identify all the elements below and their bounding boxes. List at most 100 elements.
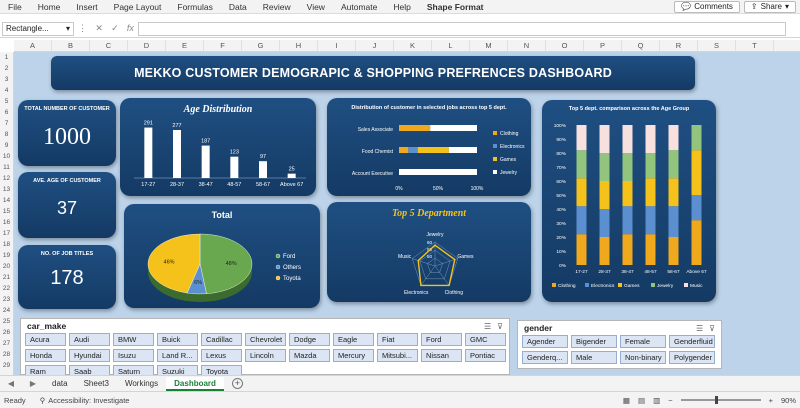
- dashboard-title-banner[interactable]: MEKKO CUSTOMER DEMOGRAPIC & SHOPPING PRE…: [51, 56, 695, 90]
- row-header[interactable]: 2: [0, 63, 13, 74]
- row-header[interactable]: 7: [0, 118, 13, 129]
- slicer-item[interactable]: Dodge: [289, 333, 330, 346]
- column-header[interactable]: H: [280, 40, 318, 51]
- ribbon-tab-review[interactable]: Review: [255, 2, 299, 12]
- row-header[interactable]: 26: [0, 327, 13, 338]
- sheet-tab-sheet3[interactable]: Sheet3: [76, 377, 117, 391]
- sheet-tab-data[interactable]: data: [44, 377, 76, 391]
- slicer-item[interactable]: Genderq...: [522, 351, 568, 364]
- column-header[interactable]: P: [584, 40, 622, 51]
- row-header[interactable]: 16: [0, 217, 13, 228]
- slicer-item[interactable]: Saab: [69, 365, 110, 375]
- jobs-distribution-panel[interactable]: Distribution of customer in selected job…: [327, 98, 531, 196]
- clear-filter-icon[interactable]: ⊽: [497, 322, 503, 331]
- ribbon-tab-page-layout[interactable]: Page Layout: [106, 2, 170, 12]
- zoom-in-button[interactable]: +: [769, 396, 773, 405]
- row-header[interactable]: 15: [0, 206, 13, 217]
- row-header[interactable]: 19: [0, 250, 13, 261]
- formula-input[interactable]: [138, 21, 786, 36]
- column-header[interactable]: C: [90, 40, 128, 51]
- column-header[interactable]: F: [204, 40, 242, 51]
- slicer-item[interactable]: Pontiac: [465, 349, 506, 362]
- column-header[interactable]: D: [128, 40, 166, 51]
- row-header[interactable]: 21: [0, 272, 13, 283]
- previous-sheet-icon[interactable]: ◀: [8, 379, 14, 388]
- page-break-icon[interactable]: ▥: [653, 396, 660, 405]
- row-header[interactable]: 1: [0, 52, 13, 63]
- slicer-item[interactable]: Male: [571, 351, 617, 364]
- slicer-item[interactable]: Agender: [522, 335, 568, 348]
- slicer-item[interactable]: Land R...: [157, 349, 198, 362]
- ribbon-tab-insert[interactable]: Insert: [68, 2, 105, 12]
- slicer-item[interactable]: Hyundai: [69, 349, 110, 362]
- ribbon-tab-file[interactable]: File: [0, 2, 30, 12]
- slicer-item[interactable]: Lexus: [201, 349, 242, 362]
- ribbon-tab-shape-format[interactable]: Shape Format: [419, 2, 492, 12]
- slicer-item[interactable]: Suzuki: [157, 365, 198, 375]
- ribbon-tab-data[interactable]: Data: [221, 2, 255, 12]
- clear-filter-icon[interactable]: ⊽: [709, 324, 715, 333]
- kpi-job-titles[interactable]: NO. OF JOB TITLES 178: [18, 245, 116, 309]
- comments-button[interactable]: 💬 Comments: [674, 1, 740, 13]
- slicer-item[interactable]: Genderfluid: [669, 335, 715, 348]
- row-header[interactable]: 17: [0, 228, 13, 239]
- row-header[interactable]: 18: [0, 239, 13, 250]
- sheet-tab-workings[interactable]: Workings: [117, 377, 166, 391]
- zoom-level[interactable]: 90%: [781, 396, 796, 405]
- zoom-out-button[interactable]: −: [668, 396, 672, 405]
- slicer-item[interactable]: Saturn: [113, 365, 154, 375]
- slicer-item[interactable]: Non-binary: [620, 351, 666, 364]
- car-make-slicer[interactable]: car_make ☰ ⊽ Acura Audi BMW Buick Cadillac Che…: [20, 318, 510, 375]
- slicer-item[interactable]: Audi: [69, 333, 110, 346]
- multi-select-icon[interactable]: ☰: [696, 324, 703, 333]
- slicer-item[interactable]: Eagle: [333, 333, 374, 346]
- row-header[interactable]: 9: [0, 140, 13, 151]
- slicer-item[interactable]: Chevrolet: [245, 333, 286, 346]
- row-header[interactable]: 24: [0, 305, 13, 316]
- zoom-slider[interactable]: [680, 396, 761, 404]
- name-box[interactable]: Rectangle... ▾: [2, 21, 74, 36]
- age-distribution-panel[interactable]: Age Distribution 291 17-27 277 28-37 187 38-4…: [120, 98, 316, 196]
- column-header[interactable]: N: [508, 40, 546, 51]
- column-header[interactable]: Q: [622, 40, 660, 51]
- ribbon-tab-formulas[interactable]: Formulas: [169, 2, 220, 12]
- slicer-item[interactable]: Mitsubi...: [377, 349, 418, 362]
- row-header[interactable]: 22: [0, 283, 13, 294]
- slicer-item[interactable]: Isuzu: [113, 349, 154, 362]
- column-header[interactable]: M: [470, 40, 508, 51]
- column-header[interactable]: S: [698, 40, 736, 51]
- row-header[interactable]: 10: [0, 151, 13, 162]
- add-sheet-button[interactable]: +: [231, 378, 243, 389]
- gender-slicer[interactable]: gender ☰ ⊽ Agender Bigender Female Genderflu…: [517, 320, 722, 369]
- slicer-item[interactable]: Polygender: [669, 351, 715, 364]
- row-header[interactable]: 11: [0, 162, 13, 173]
- row-header[interactable]: 14: [0, 195, 13, 206]
- column-header[interactable]: A: [14, 40, 52, 51]
- slicer-item[interactable]: Mazda: [289, 349, 330, 362]
- ribbon-tab-help[interactable]: Help: [385, 2, 418, 12]
- slicer-item[interactable]: Buick: [157, 333, 198, 346]
- ribbon-tab-home[interactable]: Home: [30, 2, 69, 12]
- slicer-item[interactable]: Nissan: [421, 349, 462, 362]
- car-make-pie-panel[interactable]: Total 48% 6% 46% Ford Others Toyota: [124, 204, 320, 308]
- slicer-item[interactable]: GMC: [465, 333, 506, 346]
- top-department-panel[interactable]: Top 5 Department Jewelry Games Clothing Ele…: [327, 202, 531, 302]
- row-header[interactable]: 6: [0, 107, 13, 118]
- row-header[interactable]: 12: [0, 173, 13, 184]
- slicer-item[interactable]: Cadillac: [201, 333, 242, 346]
- sheet-tab-dashboard[interactable]: Dashboard: [166, 376, 224, 391]
- slicer-item[interactable]: Ram: [25, 365, 66, 375]
- row-header[interactable]: 3: [0, 74, 13, 85]
- slicer-item[interactable]: Bigender: [571, 335, 617, 348]
- slicer-item[interactable]: BMW: [113, 333, 154, 346]
- row-header[interactable]: 28: [0, 349, 13, 360]
- row-header[interactable]: 29: [0, 360, 13, 371]
- column-header[interactable]: K: [394, 40, 432, 51]
- column-header[interactable]: L: [432, 40, 470, 51]
- slicer-item[interactable]: Toyota: [201, 365, 242, 375]
- row-header[interactable]: 20: [0, 261, 13, 272]
- slicer-item[interactable]: Lincoln: [245, 349, 286, 362]
- slicer-item[interactable]: Ford: [421, 333, 462, 346]
- kpi-total-customers[interactable]: TOTAL NUMBER OF CUSTOMER 1000: [18, 100, 116, 166]
- slicer-item[interactable]: Honda: [25, 349, 66, 362]
